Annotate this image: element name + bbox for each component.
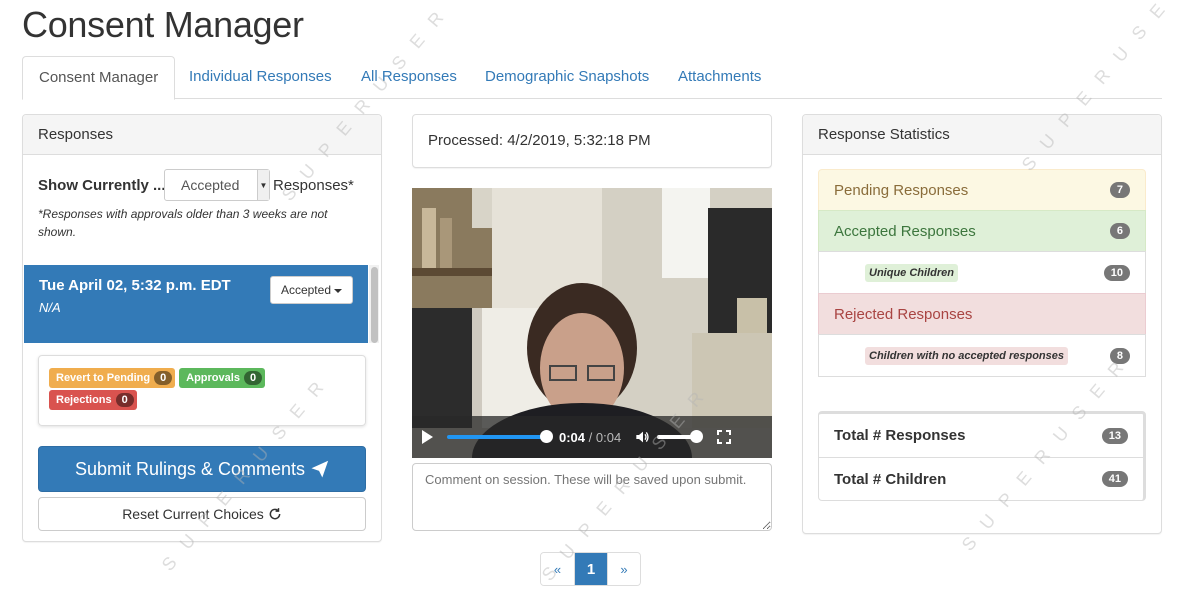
reset-label: Reset Current Choices: [122, 506, 264, 522]
fullscreen-icon[interactable]: [717, 430, 732, 444]
response-statistics-panel: Response Statistics Pending Responses 7 …: [802, 114, 1162, 534]
revert-to-pending-count: Revert to Pending 0: [49, 368, 176, 388]
rejected-label: Rejected Responses: [834, 305, 973, 323]
status-filter-select[interactable]: Accepted ▼: [164, 169, 270, 201]
approvals-label: Approvals: [186, 372, 240, 384]
total-children-label: Total # Children: [834, 470, 947, 488]
approvals-count-value: 0: [243, 371, 263, 385]
scrollbar-thumb[interactable]: [371, 267, 378, 343]
nav-tabs: Consent Manager Individual Responses All…: [22, 56, 1162, 100]
pending-responses-row: Pending Responses 7: [818, 169, 1146, 211]
tab-individual-responses[interactable]: Individual Responses: [173, 56, 348, 99]
no-accepted-children-row: Children with no accepted responses 8: [818, 334, 1146, 377]
revert-label: Revert to Pending: [56, 372, 151, 384]
no-accepted-label: Children with no accepted responses: [865, 346, 1068, 365]
processed-timestamp: Processed: 4/2/2019, 5:32:18 PM: [428, 132, 651, 149]
filter-row: Show Currently ... Accepted ▼ Responses*: [38, 169, 354, 201]
current-time: 0:04: [559, 429, 586, 445]
status-filter-value: Accepted: [181, 177, 240, 193]
volume-icon[interactable]: [635, 430, 651, 444]
rejections-label: Rejections: [56, 394, 112, 406]
unique-children-label: Unique Children: [865, 263, 958, 282]
tab-all-responses[interactable]: All Responses: [345, 56, 473, 99]
no-accepted-badge: 8: [1109, 347, 1130, 364]
response-status-dropdown[interactable]: Accepted: [269, 276, 353, 304]
page-title: Consent Manager: [22, 4, 304, 45]
total-responses-label: Total # Responses: [834, 427, 966, 444]
approvals-count: Approvals 0: [179, 368, 266, 388]
tab-demographic-snapshots[interactable]: Demographic Snapshots: [469, 56, 665, 99]
submit-label: Submit Rulings & Comments: [74, 458, 306, 479]
response-list-item[interactable]: Tue April 02, 5:32 p.m. EDT N/A Accepted: [24, 265, 368, 343]
paper-plane-icon: [311, 460, 329, 478]
accepted-responses-row: Accepted Responses 6: [818, 210, 1146, 252]
rejections-count-value: 0: [115, 393, 134, 407]
tab-consent-manager[interactable]: Consent Manager: [22, 56, 176, 100]
refresh-icon: [269, 508, 281, 520]
pending-label: Pending Responses: [834, 181, 969, 199]
reset-choices-button[interactable]: Reset Current Choices: [38, 497, 366, 531]
response-list-scrollbar[interactable]: [369, 265, 379, 343]
response-status-label: Accepted: [280, 283, 331, 297]
unique-children-row: Unique Children 10: [818, 251, 1146, 294]
statistics-heading: Response Statistics: [803, 115, 1161, 155]
rejected-responses-row: Rejected Responses: [818, 293, 1146, 335]
duration: / 0:04: [588, 429, 622, 445]
statistics-list: Pending Responses 7 Accepted Responses 6…: [818, 169, 1146, 377]
responses-panel: Responses Show Currently ... Accepted ▼ …: [22, 114, 382, 542]
play-icon[interactable]: [422, 430, 433, 444]
caret-down-icon: [334, 288, 342, 293]
unique-children-badge: 10: [1103, 264, 1130, 281]
total-responses-badge: 13: [1101, 427, 1128, 444]
pending-count-badge: 7: [1109, 182, 1130, 198]
rejections-count: Rejections 0: [49, 390, 137, 410]
show-currently-label: Show Currently ...: [38, 176, 164, 194]
submit-rulings-button[interactable]: Submit Rulings & Comments: [38, 446, 366, 492]
total-children-badge: 41: [1101, 471, 1128, 487]
session-video[interactable]: 0:04 / 0:04: [412, 188, 772, 458]
approval-note: *Responses with approvals older than 3 w…: [38, 207, 328, 239]
volume-slider[interactable]: [657, 430, 704, 443]
processed-panel: Processed: 4/2/2019, 5:32:18 PM: [412, 114, 772, 168]
video-time: 0:04 / 0:04: [559, 430, 621, 445]
total-children-row: Total # Children 41: [819, 457, 1143, 500]
pagination: « 1 »: [540, 552, 641, 586]
pagination-prev[interactable]: «: [541, 553, 574, 585]
tab-attachments[interactable]: Attachments: [662, 56, 777, 99]
revert-count: 0: [154, 371, 173, 385]
chevron-down-icon: ▼: [257, 170, 269, 200]
ruling-counts: Revert to Pending 0 Approvals 0 Rejections…: [38, 355, 366, 426]
responses-suffix-label: Responses*: [273, 176, 354, 194]
accepted-label: Accepted Responses: [834, 222, 976, 240]
responses-panel-heading: Responses: [23, 115, 381, 155]
video-controls: 0:04 / 0:04: [412, 416, 772, 458]
totals-box: Total # Responses 13 Total # Children 41: [818, 411, 1146, 501]
pagination-next[interactable]: »: [607, 553, 640, 585]
session-comment-input[interactable]: [412, 463, 772, 531]
accepted-count-badge: 6: [1109, 223, 1130, 239]
total-responses-row: Total # Responses 13: [819, 414, 1143, 457]
pagination-page-1[interactable]: 1: [574, 553, 607, 585]
video-progress-bar[interactable]: [447, 430, 553, 443]
